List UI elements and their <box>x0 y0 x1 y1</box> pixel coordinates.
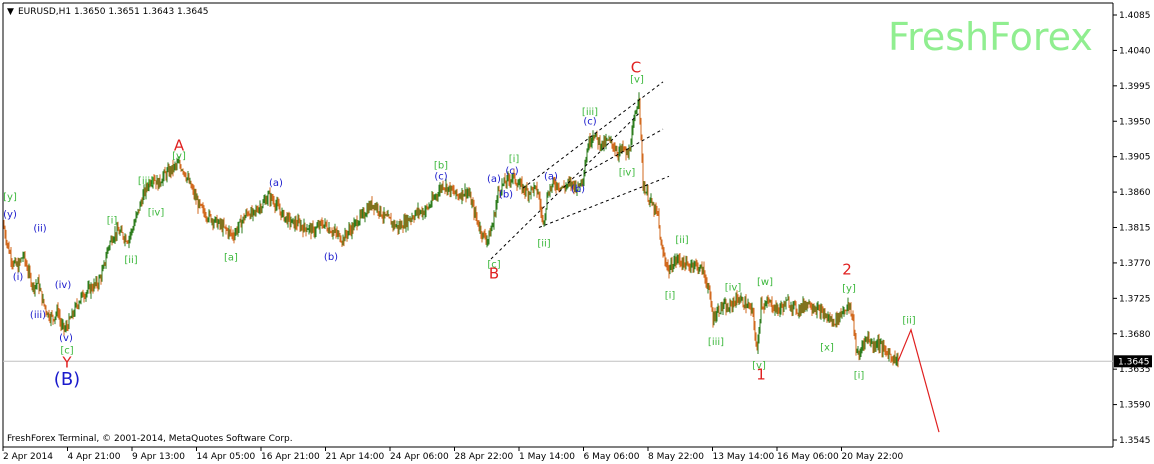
wave-label: (b) <box>324 252 338 263</box>
wave-label: [b] <box>434 160 448 171</box>
x-tick-label: 8 May 22:00 <box>648 452 704 462</box>
y-tick-label: 1.3545 <box>1119 436 1151 446</box>
wave-label: [y] <box>842 283 856 294</box>
y-tick-label: 1.4040 <box>1119 46 1151 56</box>
wave-label: [y] <box>3 192 17 203</box>
wave-label: [i] <box>509 154 520 165</box>
x-tick-label: 28 Apr 22:00 <box>455 452 514 462</box>
x-tick-label: 1 May 14:00 <box>519 452 575 462</box>
y-tick-label: 1.3590 <box>1119 401 1151 411</box>
y-tick-label: 1.3815 <box>1119 224 1151 234</box>
price-chart[interactable]: FreshForex [y](y)(ii)(i)(iii)(iv)(v)[c]Y… <box>0 0 1154 464</box>
chart-container: FreshForex [y] (y) (ii) (i) (iii) (iv) (v) [c] Y… <box>0 0 1154 464</box>
y-tick-label: 1.4085 <box>1119 11 1151 21</box>
x-tick-label: 2 Apr 2014 <box>3 452 53 462</box>
wave-label: (i) <box>13 272 24 283</box>
wave-label: (c) <box>505 166 518 177</box>
chart-background <box>0 0 1154 464</box>
wave-label: [x] <box>820 342 834 353</box>
wave-label: (a) <box>544 171 558 182</box>
wave-label: (b) <box>499 190 513 201</box>
symbol-header: EURUSD,H1 1.3650 1.3651 1.3643 1.3645 <box>18 7 209 17</box>
x-tick-label: 13 May 14:00 <box>713 452 775 462</box>
wave-label: (a) <box>269 178 283 189</box>
wave-label: [iv] <box>725 282 742 293</box>
wave-label: [iv] <box>148 208 165 219</box>
x-tick-label: 9 Apr 13:00 <box>132 452 185 462</box>
wave-label: (v) <box>59 333 73 344</box>
wave-label: (iii) <box>30 310 46 321</box>
x-tick-label: 14 Apr 05:00 <box>197 452 256 462</box>
y-tick-label: 1.3905 <box>1119 153 1151 163</box>
wave-label: 2 <box>842 261 852 279</box>
y-tick-label: 1.3680 <box>1119 330 1151 340</box>
wave-label: 1 <box>756 365 766 383</box>
wave-label: [ii] <box>675 235 688 246</box>
wave-label: [ii] <box>537 238 550 249</box>
wave-label: [iii] <box>708 337 724 348</box>
wave-label: (c) <box>434 171 447 182</box>
y-tick-label: 1.3995 <box>1119 82 1151 92</box>
copyright-text: FreshForex Terminal, © 2001-2014, MetaQu… <box>7 434 293 444</box>
watermark-text: FreshForex <box>888 15 1093 59</box>
y-tick-label: 1.3950 <box>1119 117 1151 127</box>
wave-label: (b) <box>571 184 585 195</box>
y-tick-label: 1.3770 <box>1119 259 1151 269</box>
wave-label: (iv) <box>55 280 72 291</box>
y-tick-label: 1.3725 <box>1119 294 1151 304</box>
x-tick-label: 4 Apr 21:00 <box>68 452 121 462</box>
x-tick-label: 16 May 06:00 <box>777 452 839 462</box>
wave-label: (B) <box>54 369 80 390</box>
x-tick-label: 16 Apr 21:00 <box>261 452 320 462</box>
wave-label: [w] <box>757 277 773 288</box>
wave-label: A <box>174 136 185 154</box>
wave-label: [i] <box>107 216 118 227</box>
y-tick-label: 1.3860 <box>1119 188 1151 198</box>
wave-label: C <box>631 58 641 76</box>
x-tick-label: 20 May 22:00 <box>842 452 904 462</box>
wave-label: (y) <box>3 209 17 220</box>
x-tick-label: 24 Apr 06:00 <box>390 452 449 462</box>
chart-menu-icon[interactable]: ▼ <box>7 7 14 17</box>
wave-label: [i] <box>665 290 676 301</box>
wave-label: [iv] <box>619 168 636 179</box>
current-price-label: 1.3645 <box>1118 357 1150 367</box>
wave-label: (c) <box>583 116 596 127</box>
wave-label: [iii] <box>138 176 154 187</box>
wave-label: [ii] <box>902 316 915 327</box>
wave-label: [ii] <box>124 255 137 266</box>
wave-label: B <box>489 265 499 283</box>
wave-label: [i] <box>854 371 865 382</box>
x-tick-label: 6 May 06:00 <box>584 452 640 462</box>
x-tick-label: 21 Apr 14:00 <box>326 452 385 462</box>
wave-label: (ii) <box>33 223 46 234</box>
wave-label: (a) <box>487 174 501 185</box>
wave-label: [a] <box>224 253 238 264</box>
